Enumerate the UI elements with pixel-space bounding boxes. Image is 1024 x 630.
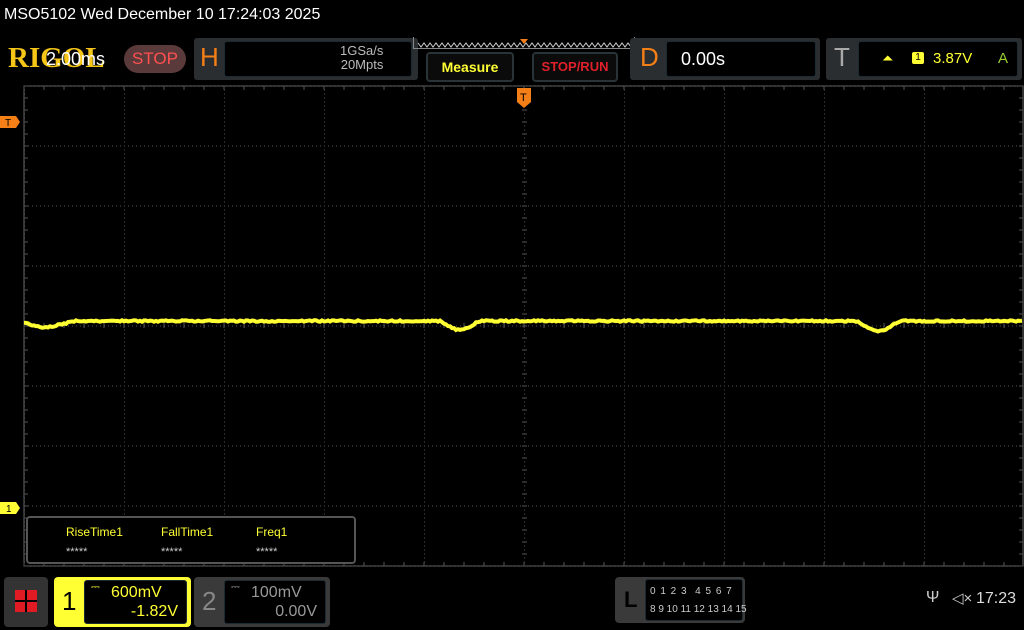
channel2-scale: 100mV [251, 584, 302, 602]
trigger-level-marker-label: T [5, 118, 11, 129]
trigger-panel[interactable]: T [826, 38, 1022, 80]
run-status-badge[interactable]: STOP [124, 45, 186, 73]
trigger-position-marker-label: T [520, 92, 527, 104]
stop-run-button[interactable]: STOP/RUN [532, 52, 618, 82]
measurement-label: FallTime1 [161, 525, 213, 539]
channel1-marker-label: 1 [6, 504, 12, 515]
horizontal-inner [224, 41, 412, 77]
rising-edge-icon: ⏶ [882, 50, 893, 67]
trigger-level-marker[interactable]: T [0, 116, 20, 129]
dc-coupling-icon: ⎓ [91, 581, 100, 594]
trigger-mode: A [998, 50, 1008, 67]
logic-channels-row2: 8 9 10 11 12 13 14 15 [650, 604, 747, 615]
graticule [24, 86, 1024, 566]
logic-channels-row1: 0 1 2 3 4 5 6 7 [650, 586, 733, 597]
menu-grid-icon [15, 590, 37, 612]
trigger-source: 1 [912, 52, 924, 64]
channel1-offset: -1.82V [131, 603, 178, 621]
sample-rate: 1GSa/s [340, 44, 383, 58]
waveform-grid[interactable]: T 1 T [0, 84, 1024, 570]
usb-icon: Ψ [926, 589, 939, 607]
logic-inner: 0 1 2 3 4 5 6 7 8 9 10 11 12 13 14 15 [645, 579, 743, 621]
delay-value: 0.00s [681, 49, 725, 70]
logic-letter: L [624, 587, 637, 613]
channel2-panel[interactable]: 2 ⎓ 100mV 0.00V [194, 577, 330, 627]
measurement-label: RiseTime1 [66, 525, 123, 539]
measurement-label: Freq1 [256, 525, 287, 539]
status-clock: 17:23 [976, 590, 1016, 608]
channel1-inner: ⎓ 600mV -1.82V [84, 580, 187, 624]
trigger-position-marker[interactable]: T [517, 88, 531, 108]
channel1-ground-marker[interactable]: 1 [0, 502, 20, 515]
measurement-value: ***** [161, 546, 182, 558]
channel1-number: 1 [62, 586, 76, 617]
dc-coupling-icon: ⎓ [231, 581, 240, 594]
channel2-inner: ⎓ 100mV 0.00V [224, 580, 326, 624]
measure-button[interactable]: Measure [426, 52, 514, 82]
measurement-panel[interactable]: RiseTime1 ***** FallTime1 ***** Freq1 **… [26, 516, 356, 564]
trigger-letter: T [834, 42, 850, 73]
measurement-value: ***** [256, 546, 277, 558]
sample-info: 1GSa/s 20Mpts [340, 44, 383, 72]
mute-icon[interactable]: ◁× [952, 589, 972, 607]
grid-lines [24, 86, 1024, 566]
channel1-panel[interactable]: 1 ⎓ 600mV -1.82V [54, 577, 191, 627]
main-menu-button[interactable] [4, 577, 48, 627]
horizontal-letter: H [200, 42, 219, 73]
logic-analyzer-panel[interactable]: L 0 1 2 3 4 5 6 7 8 9 10 11 12 13 14 15 [615, 577, 745, 623]
measurement-value: ***** [66, 546, 87, 558]
channel2-number: 2 [202, 586, 216, 617]
delay-letter: D [640, 42, 659, 73]
channel2-offset: 0.00V [275, 603, 317, 621]
channel1-scale: 600mV [111, 584, 162, 602]
memory-overview-bar [413, 37, 635, 49]
memory-depth: 20Mpts [340, 58, 383, 72]
window-title: MSO5102 Wed December 10 17:24:03 2025 [4, 6, 320, 24]
timebase-value: 2.00ms [46, 49, 105, 70]
trigger-level: 3.87V [933, 50, 972, 67]
horizontal-panel[interactable]: H [194, 38, 418, 80]
